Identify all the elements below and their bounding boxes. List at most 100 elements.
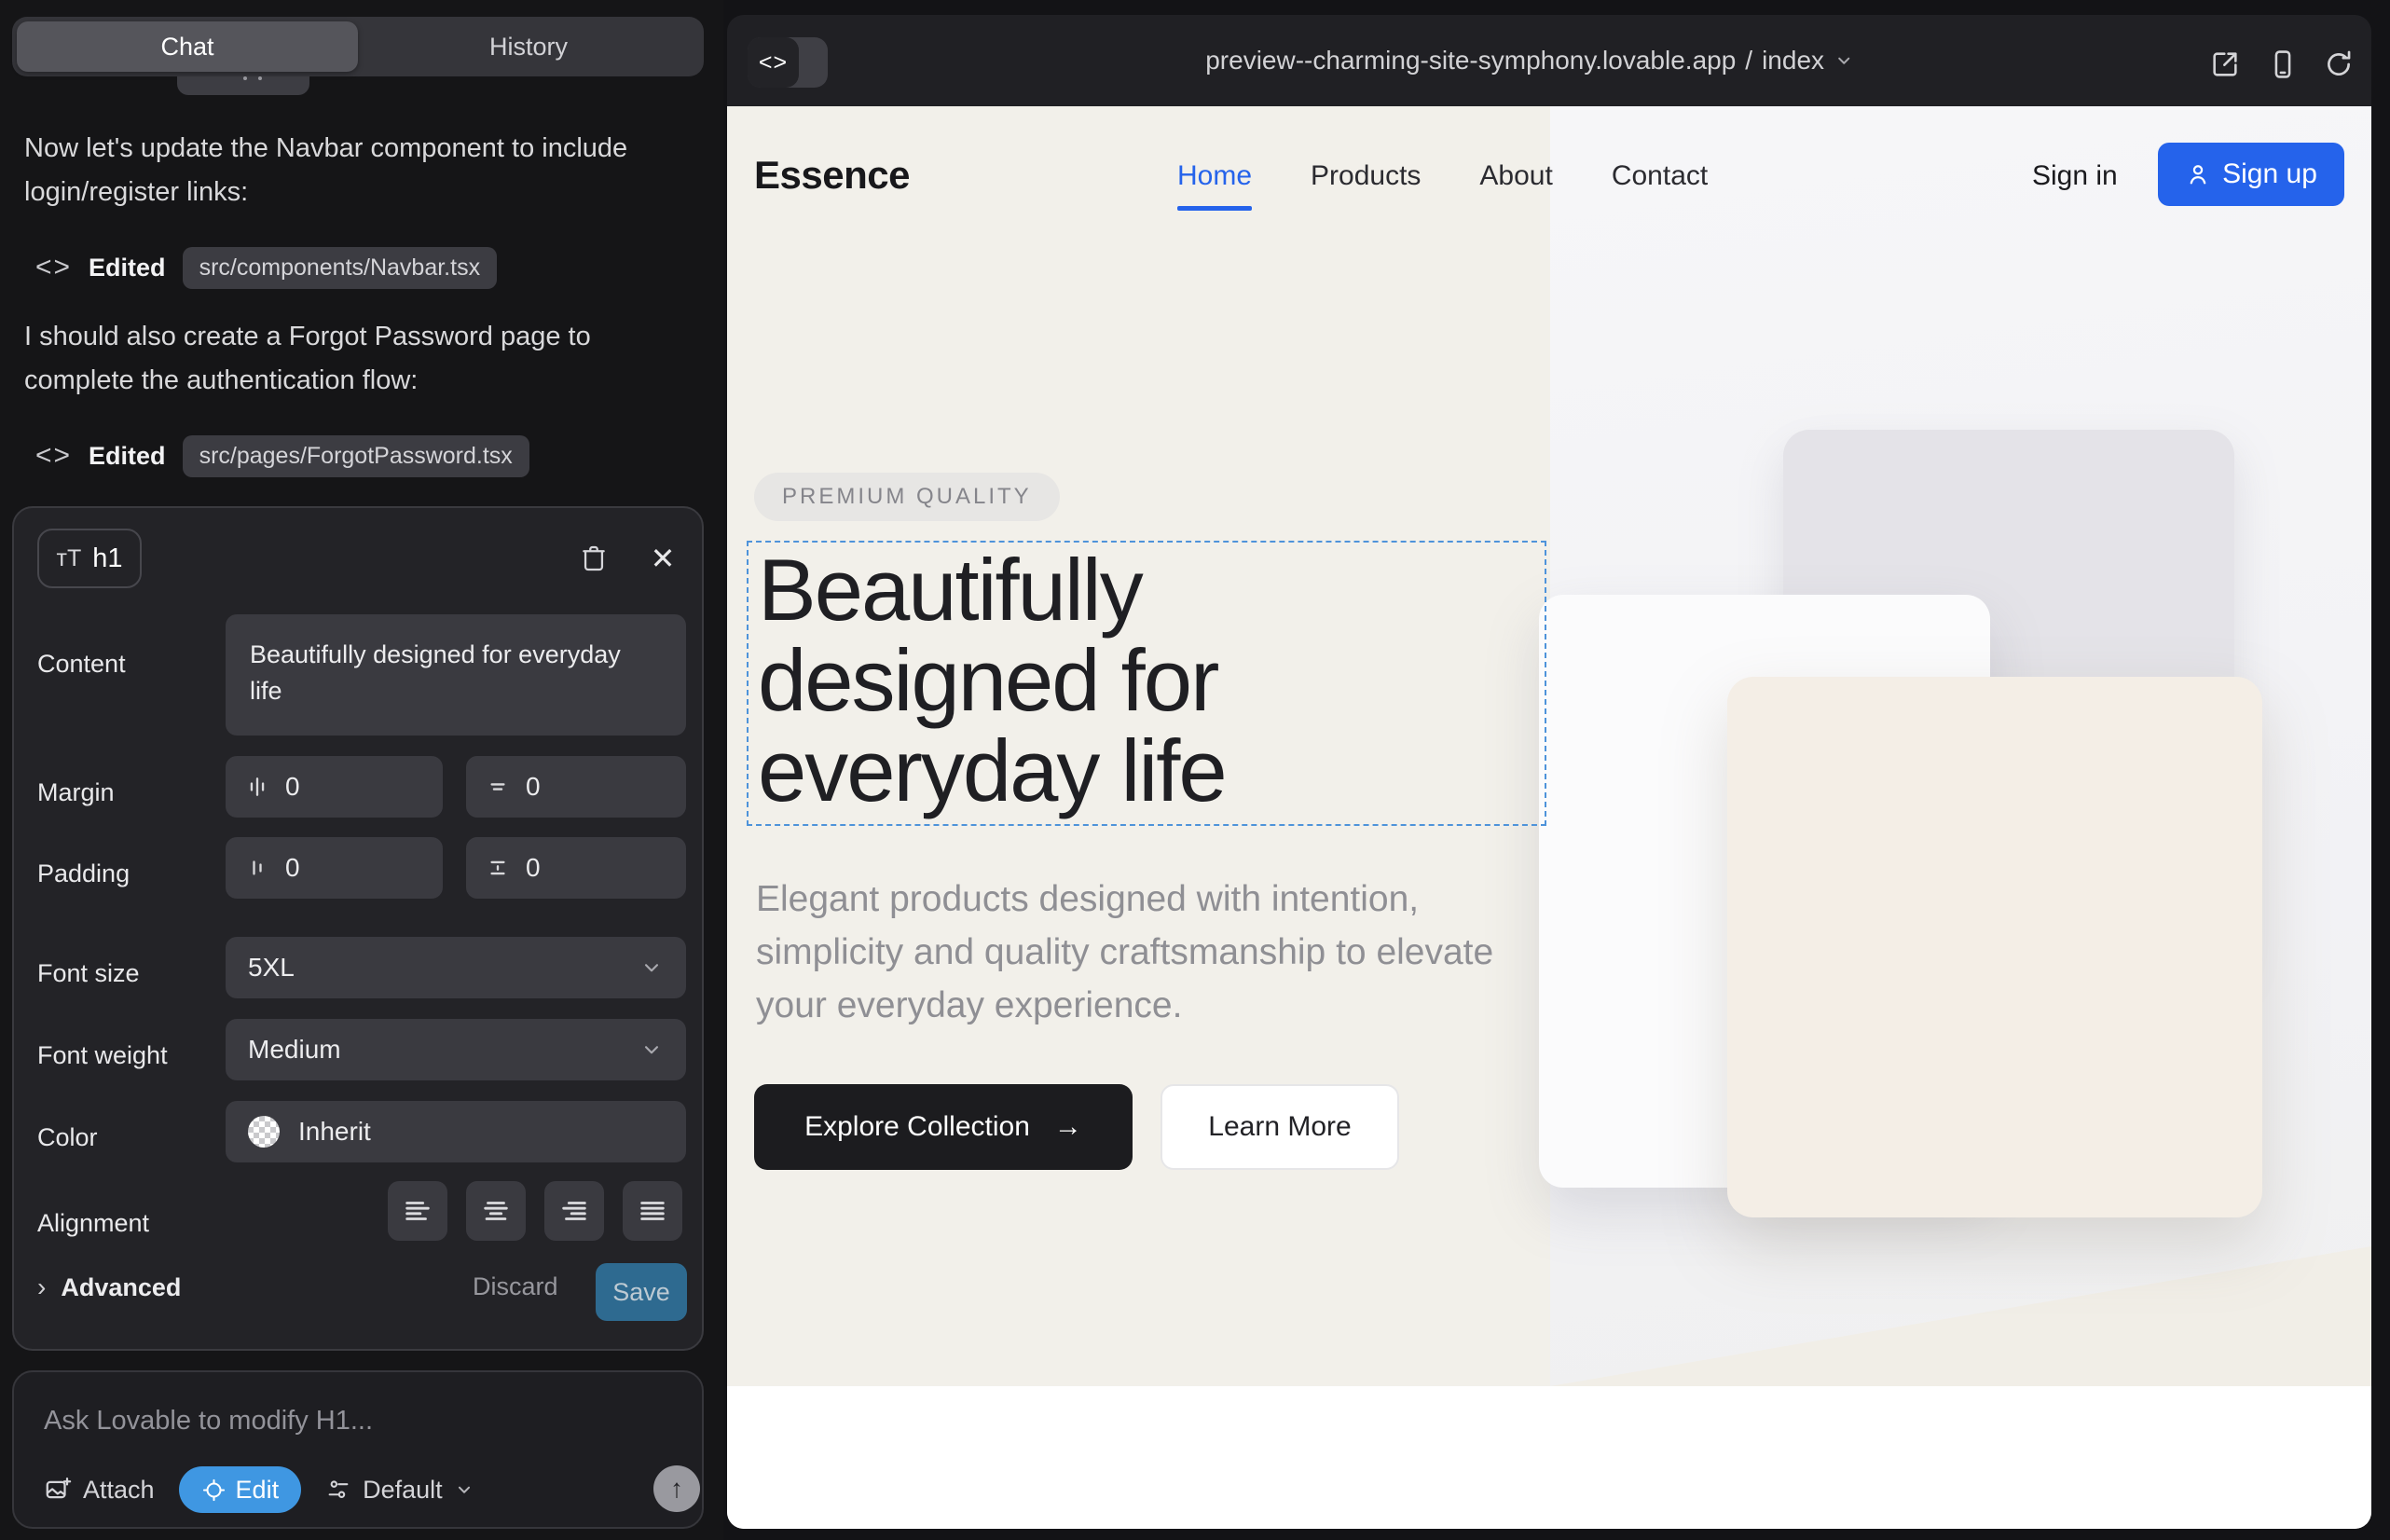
advanced-label: Advanced: [61, 1273, 181, 1302]
site-logo[interactable]: Essence: [754, 153, 910, 198]
align-center-button[interactable]: [466, 1181, 526, 1241]
color-select[interactable]: Inherit: [226, 1101, 686, 1162]
content-label: Content: [37, 650, 126, 679]
hero-heading[interactable]: Beautifully designed for everyday life: [758, 544, 1429, 816]
learn-more-button[interactable]: Learn More: [1161, 1084, 1399, 1170]
truncated-file-chip[interactable]: [177, 75, 309, 95]
transparency-swatch-icon: [248, 1116, 280, 1148]
file-edit-entry: <> Edited src/components/Navbar.tsx: [35, 244, 497, 291]
tab-chat[interactable]: Chat: [17, 21, 358, 72]
preview-page: index: [1762, 46, 1824, 76]
site-section-below-hero: [727, 1386, 2371, 1529]
trash-icon: [579, 543, 609, 573]
content-input[interactable]: Beautifully designed for everyday life: [226, 614, 686, 736]
user-icon: [2185, 161, 2211, 187]
margin-vertical-icon: [485, 774, 511, 800]
mode-label: Default: [363, 1476, 443, 1505]
delete-element-button[interactable]: [570, 534, 618, 583]
margin-y-value: 0: [526, 772, 541, 802]
padding-x-input[interactable]: 0: [226, 837, 443, 899]
selected-element-tag[interactable]: тT h1: [37, 529, 142, 588]
assistant-message: I should also create a Forgot Password p…: [24, 315, 667, 403]
chevron-down-icon: [1834, 50, 1854, 71]
align-justify-icon: [637, 1195, 668, 1227]
padding-vertical-icon: [485, 855, 511, 881]
file-edit-entry: <> Edited src/pages/ForgotPassword.tsx: [35, 433, 529, 479]
url-bar[interactable]: preview--charming-site-symphony.lovable.…: [1205, 15, 1854, 106]
preview-browser: <> preview--charming-site-symphony.lovab…: [727, 15, 2371, 1529]
composer-toolbar: Attach Edit Default: [44, 1465, 474, 1514]
cta-secondary-label: Learn More: [1208, 1111, 1351, 1143]
arrow-right-icon: →: [1054, 1111, 1082, 1143]
align-left-button[interactable]: [388, 1181, 447, 1241]
element-tag-label: h1: [92, 543, 122, 574]
font-weight-label: Font weight: [37, 1041, 168, 1070]
send-button[interactable]: ↑: [653, 1465, 700, 1512]
mobile-view-button[interactable]: [2267, 48, 2299, 80]
file-pill[interactable]: src/components/Navbar.tsx: [183, 247, 498, 289]
target-icon: [201, 1478, 227, 1503]
sign-in-link[interactable]: Sign in: [2032, 160, 2118, 192]
composer-input[interactable]: Ask Lovable to modify H1...: [44, 1406, 373, 1437]
margin-y-input[interactable]: 0: [466, 756, 686, 818]
font-size-label: Font size: [37, 959, 140, 988]
tab-history[interactable]: History: [358, 21, 699, 72]
model-mode-button[interactable]: Default: [325, 1476, 474, 1505]
save-button[interactable]: Save: [596, 1263, 687, 1321]
padding-label: Padding: [37, 859, 130, 888]
code-icon: <>: [35, 252, 72, 283]
element-editor-panel: тT h1 ✕ Content Beautifully designed for…: [12, 506, 704, 1351]
external-link-icon: [2209, 48, 2241, 80]
rendered-site: Essence Home Products About Contact Sign…: [727, 106, 2371, 1529]
attach-button[interactable]: Attach: [44, 1476, 155, 1505]
preview-toolbar: <> preview--charming-site-symphony.lovab…: [727, 15, 2371, 106]
align-right-icon: [558, 1195, 590, 1227]
nav-contact[interactable]: Contact: [1612, 160, 1708, 192]
selected-element-outline[interactable]: Beautifully designed for everyday life: [747, 541, 1546, 826]
nav-about[interactable]: About: [1479, 160, 1552, 192]
chevron-right-icon: ›: [37, 1272, 46, 1302]
sign-up-button[interactable]: Sign up: [2158, 143, 2344, 206]
explore-collection-button[interactable]: Explore Collection →: [754, 1084, 1133, 1170]
attach-label: Attach: [83, 1476, 155, 1505]
discard-button[interactable]: Discard: [473, 1272, 558, 1301]
edited-label: Edited: [89, 442, 166, 471]
chat-composer: Ask Lovable to modify H1... Attach Ed: [12, 1370, 704, 1529]
font-size-select[interactable]: 5XL: [226, 937, 686, 998]
nav-products[interactable]: Products: [1311, 160, 1421, 192]
margin-x-input[interactable]: 0: [226, 756, 443, 818]
sign-up-label: Sign up: [2222, 158, 2317, 190]
decorative-card-cream: [1727, 677, 2262, 1217]
font-weight-select[interactable]: Medium: [226, 1019, 686, 1080]
site-nav: Home Products About Contact: [1177, 160, 1708, 192]
margin-horizontal-icon: [244, 774, 270, 800]
chevron-down-icon: [639, 956, 664, 980]
edit-label: Edit: [236, 1476, 280, 1505]
code-view-toggle[interactable]: <>: [748, 37, 828, 88]
align-justify-button[interactable]: [623, 1181, 682, 1241]
edit-mode-button[interactable]: Edit: [179, 1466, 302, 1513]
code-icon: <>: [35, 440, 72, 472]
file-pill[interactable]: src/pages/ForgotPassword.tsx: [183, 435, 529, 477]
hero-visual-panel: [1550, 106, 2371, 1386]
url-separator: /: [1745, 46, 1752, 76]
text-type-icon: тT: [57, 545, 82, 572]
alignment-label: Alignment: [37, 1209, 149, 1238]
preview-url: preview--charming-site-symphony.lovable.…: [1205, 46, 1736, 76]
padding-y-input[interactable]: 0: [466, 837, 686, 899]
align-center-icon: [480, 1195, 512, 1227]
sliders-icon: [325, 1477, 351, 1503]
padding-horizontal-icon: [244, 855, 270, 881]
color-value: Inherit: [298, 1117, 371, 1147]
decorative-wedge: [1550, 1246, 2371, 1386]
align-right-button[interactable]: [544, 1181, 604, 1241]
advanced-toggle[interactable]: › Advanced: [37, 1272, 181, 1302]
close-editor-button[interactable]: ✕: [639, 534, 687, 583]
cta-primary-label: Explore Collection: [804, 1111, 1030, 1143]
hero-description: Elegant products designed with intention…: [756, 873, 1497, 1032]
open-in-new-tab-button[interactable]: [2209, 48, 2241, 80]
font-size-value: 5XL: [248, 953, 295, 983]
nav-home[interactable]: Home: [1177, 160, 1252, 192]
refresh-button[interactable]: [2323, 48, 2355, 80]
align-left-icon: [402, 1195, 433, 1227]
